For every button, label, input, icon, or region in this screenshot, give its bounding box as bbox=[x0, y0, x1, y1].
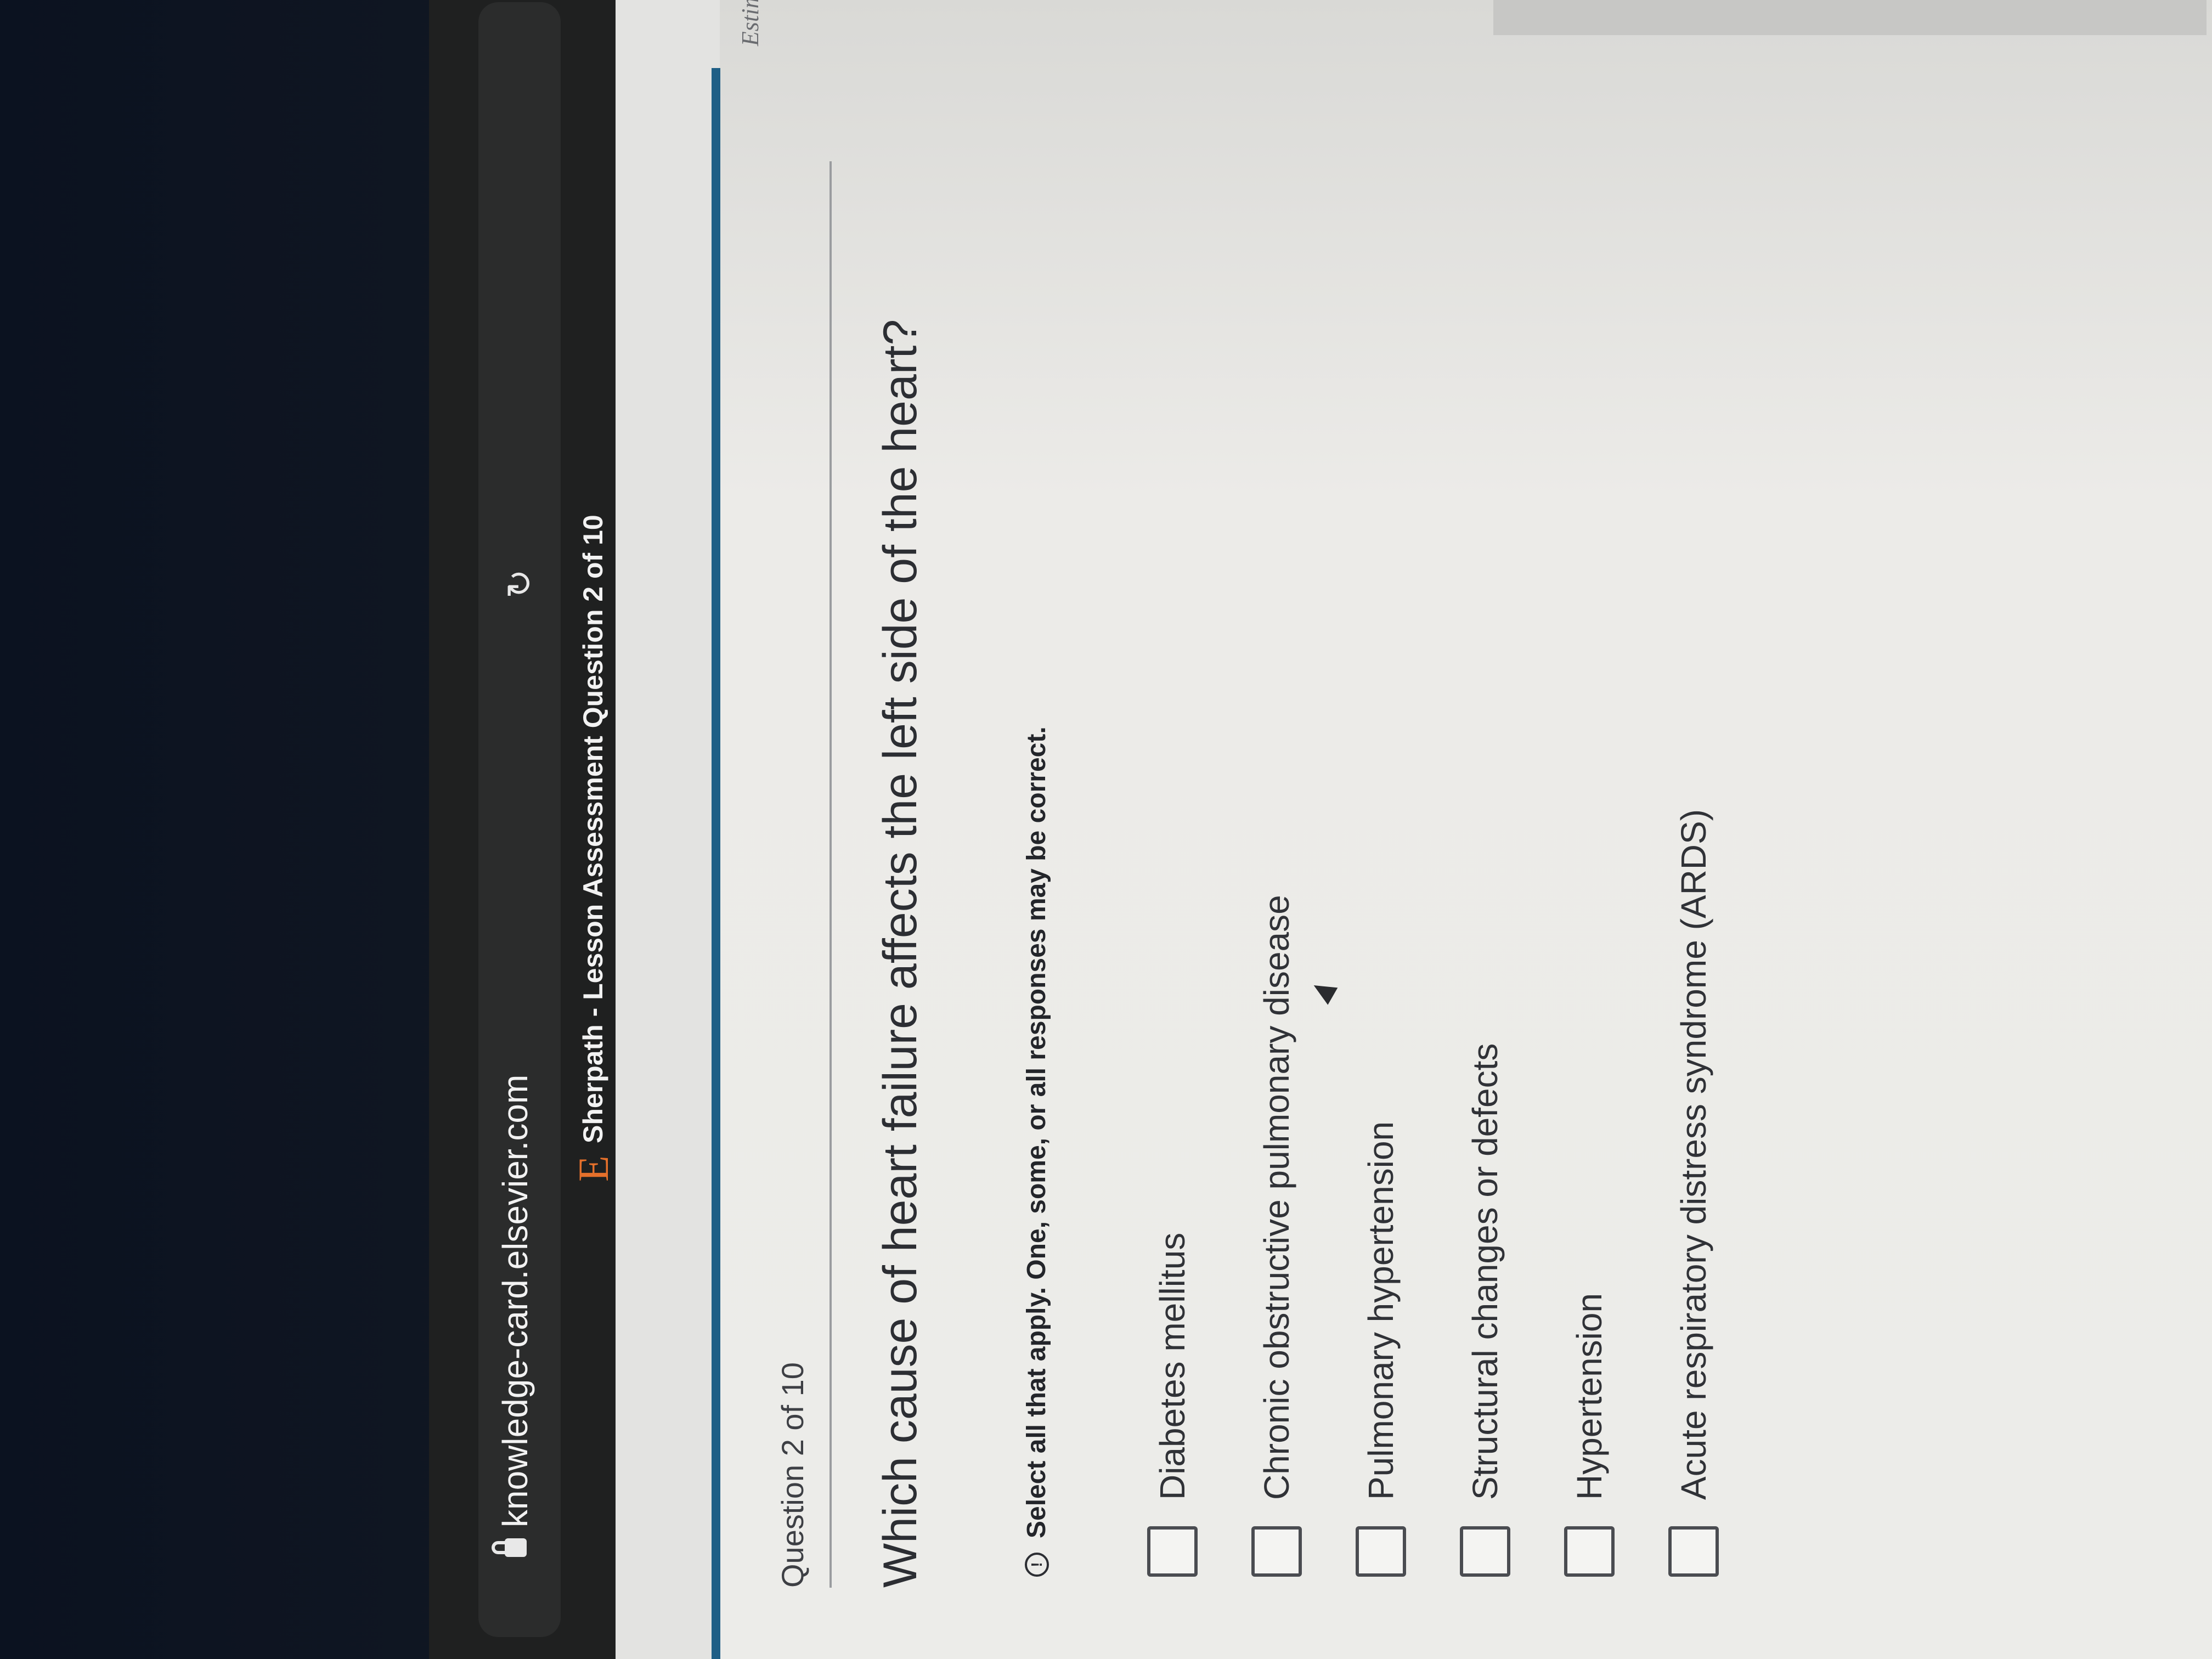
answer-option-hypertension[interactable]: Hypertension bbox=[1537, 809, 1641, 1577]
browser-window: knowledge-card.elsevier.com ↻ E Sherpath… bbox=[429, 0, 2212, 1659]
checkbox[interactable] bbox=[1147, 1526, 1198, 1577]
option-label: Hypertension bbox=[1570, 1293, 1609, 1500]
question-divider bbox=[830, 161, 832, 1588]
reload-icon[interactable]: ↻ bbox=[498, 562, 542, 606]
address-bar[interactable]: knowledge-card.elsevier.com ↻ bbox=[478, 2, 561, 1637]
top-bar bbox=[616, 0, 720, 1659]
checkbox[interactable] bbox=[1356, 1526, 1406, 1577]
info-icon: ! bbox=[1024, 1553, 1049, 1577]
url-text: knowledge-card.elsevier.com bbox=[495, 1074, 535, 1527]
instruction-hint: ! Select all that apply. One, some, or a… bbox=[1022, 726, 1052, 1577]
elsevier-logo-icon: E bbox=[569, 1155, 617, 1182]
answer-option-diabetes[interactable]: Diabetes mellitus bbox=[1120, 809, 1224, 1577]
question-counter: Question 2 of 10 bbox=[775, 1362, 810, 1588]
checkbox[interactable] bbox=[1564, 1526, 1615, 1577]
answer-options: Diabetes mellitus Chronic obstructive pu… bbox=[1120, 809, 1746, 1577]
checkbox[interactable] bbox=[1251, 1526, 1302, 1577]
answer-option-structural-changes[interactable]: Structural changes or defects bbox=[1433, 809, 1537, 1577]
tab-bar: E Sherpath - Lesson Assessment Question … bbox=[569, 0, 617, 1659]
answer-option-pulmonary-hypertension[interactable]: Pulmonary hypertension bbox=[1329, 809, 1433, 1577]
hint-text: Select all that apply. One, some, or all… bbox=[1022, 726, 1051, 1538]
option-label: Acute respiratory distress syndrome (ARD… bbox=[1674, 809, 1713, 1500]
option-label: Structural changes or defects bbox=[1465, 1043, 1505, 1500]
estimate-label: Estimat bbox=[737, 0, 764, 46]
option-label: Diabetes mellitus bbox=[1153, 1232, 1192, 1500]
page-content: Estimat Question 2 of 10 Which cause of … bbox=[616, 0, 2212, 1659]
header-divider bbox=[712, 68, 720, 1659]
photo-scene: knowledge-card.elsevier.com ↻ E Sherpath… bbox=[0, 0, 2212, 1659]
option-label: Pulmonary hypertension bbox=[1361, 1121, 1401, 1500]
checkbox[interactable] bbox=[1668, 1526, 1719, 1577]
browser-chrome: knowledge-card.elsevier.com ↻ E Sherpath… bbox=[429, 0, 617, 1659]
question-text: Which cause of heart failure affects the… bbox=[874, 319, 927, 1588]
checkbox[interactable] bbox=[1460, 1526, 1510, 1577]
answer-option-copd[interactable]: Chronic obstructive pulmonary disease bbox=[1224, 809, 1329, 1577]
lock-icon bbox=[505, 1538, 527, 1557]
answer-option-ards[interactable]: Acute respiratory distress syndrome (ARD… bbox=[1641, 809, 1746, 1577]
tab-title[interactable]: Sherpath - Lesson Assessment Question 2 … bbox=[577, 515, 609, 1143]
option-label: Chronic obstructive pulmonary disease bbox=[1257, 895, 1296, 1500]
scroll-gutter bbox=[1493, 0, 2207, 35]
